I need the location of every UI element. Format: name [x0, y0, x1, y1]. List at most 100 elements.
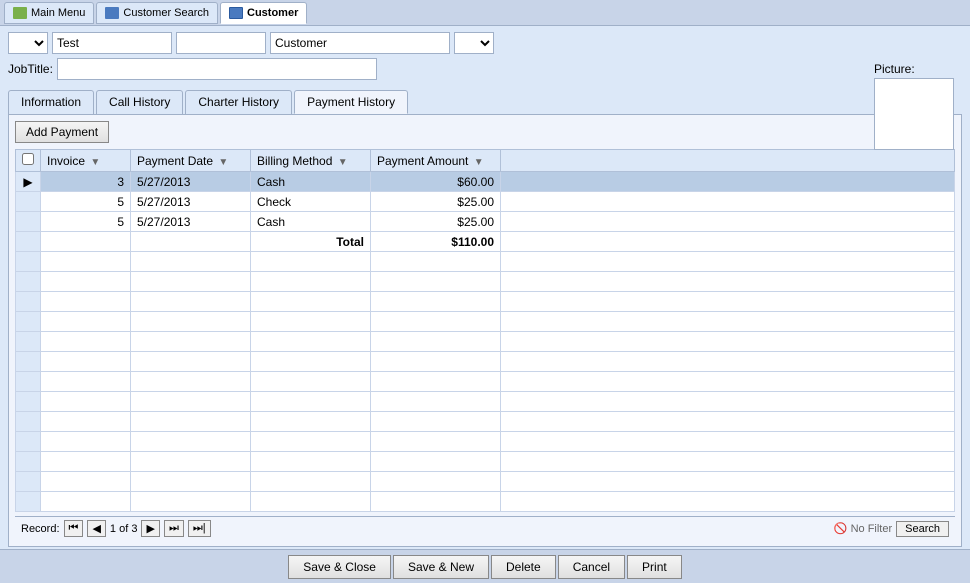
tab-information[interactable]: Information	[8, 90, 94, 114]
payment-amount-cell: $25.00	[371, 192, 501, 212]
tab-bar-customer-label: Customer	[247, 7, 298, 19]
billing-method-cell: Check	[251, 192, 371, 212]
customer-form: JobTitle: Picture:	[8, 32, 962, 84]
main-content: JobTitle: Picture: Information Call Hist…	[0, 26, 970, 549]
payment-date-cell: 5/27/2013	[131, 212, 251, 232]
billing-method-sort-icon: ▼	[338, 157, 348, 168]
jobtitle-label: JobTitle:	[8, 62, 53, 76]
home-icon	[13, 7, 27, 19]
extra-cell	[501, 232, 955, 252]
empty-row	[16, 252, 955, 272]
row-indicator	[16, 212, 41, 232]
header-billing-method[interactable]: Billing Method ▼	[251, 150, 371, 172]
payment-amount-sort-icon: ▼	[474, 157, 484, 168]
first-record-button[interactable]: ⏮	[64, 520, 84, 537]
total-date-cell	[131, 232, 251, 252]
prefix-dropdown[interactable]	[8, 32, 48, 54]
select-all-checkbox[interactable]	[22, 153, 34, 165]
current-record-num: 1	[110, 523, 116, 535]
picture-area: Picture:	[874, 62, 954, 150]
save-close-button[interactable]: Save & Close	[288, 555, 391, 579]
row-indicator	[16, 232, 41, 252]
empty-row	[16, 412, 955, 432]
section-tabs: Information Call History Charter History…	[8, 90, 962, 114]
extra-cell	[501, 172, 955, 192]
picture-label: Picture:	[874, 62, 954, 76]
billing-method-cell: Cash	[251, 172, 371, 192]
payment-date-cell: 5/27/2013	[131, 172, 251, 192]
jobtitle-row: JobTitle:	[8, 58, 962, 80]
middle-name-input[interactable]	[176, 32, 266, 54]
header-payment-amount[interactable]: Payment Amount ▼	[371, 150, 501, 172]
empty-row	[16, 432, 955, 452]
empty-row	[16, 272, 955, 292]
invoice-cell: 3	[41, 172, 131, 192]
payment-amount-cell: $25.00	[371, 212, 501, 232]
table-row[interactable]: 5 5/27/2013 Cash $25.00	[16, 212, 955, 232]
billing-method-cell: Cash	[251, 212, 371, 232]
print-button[interactable]: Print	[627, 555, 682, 579]
total-amount: $110.00	[371, 232, 501, 252]
new-record-button[interactable]: ⏭|	[188, 520, 211, 537]
search-icon	[105, 7, 119, 19]
customer-icon	[229, 7, 243, 19]
total-records: 3	[131, 523, 137, 535]
empty-row	[16, 312, 955, 332]
of-label: of	[119, 523, 128, 535]
table-row[interactable]: ▶ 3 5/27/2013 Cash $60.00	[16, 172, 955, 192]
current-record: 1 of 3	[110, 523, 138, 535]
empty-row	[16, 332, 955, 352]
jobtitle-input[interactable]	[57, 58, 377, 80]
empty-row	[16, 392, 955, 412]
empty-row	[16, 372, 955, 392]
payment-amount-cell: $60.00	[371, 172, 501, 192]
first-name-input[interactable]	[52, 32, 172, 54]
cancel-button[interactable]: Cancel	[558, 555, 625, 579]
empty-row	[16, 292, 955, 312]
total-row: Total $110.00	[16, 232, 955, 252]
payment-table: Invoice ▼ Payment Date ▼ Billing Method …	[15, 149, 955, 512]
last-name-input[interactable]	[270, 32, 450, 54]
invoice-cell: 5	[41, 212, 131, 232]
navigation-bar: Record: ⏮ ◀ 1 of 3 ▶ ⏭ ⏭| 🚫 No Filter Se…	[15, 516, 955, 540]
add-payment-button[interactable]: Add Payment	[15, 121, 109, 143]
table-header-row: Invoice ▼ Payment Date ▼ Billing Method …	[16, 150, 955, 172]
next-record-button[interactable]: ▶	[141, 520, 159, 537]
search-button[interactable]: Search	[896, 521, 949, 537]
suffix-dropdown[interactable]	[454, 32, 494, 54]
tab-call-history[interactable]: Call History	[96, 90, 183, 114]
delete-button[interactable]: Delete	[491, 555, 556, 579]
table-row[interactable]: 5 5/27/2013 Check $25.00	[16, 192, 955, 212]
row-indicator	[16, 192, 41, 212]
record-label: Record:	[21, 523, 60, 535]
picture-box	[874, 78, 954, 150]
name-row	[8, 32, 962, 54]
tab-bar-customer[interactable]: Customer	[220, 2, 307, 24]
empty-row	[16, 492, 955, 512]
payment-history-panel: Add Payment Invoice ▼ Payment Date ▼	[8, 114, 962, 547]
header-invoice[interactable]: Invoice ▼	[41, 150, 131, 172]
total-label: Total	[251, 232, 371, 252]
row-indicator: ▶	[16, 172, 41, 192]
no-filter-label: 🚫 No Filter	[834, 522, 892, 535]
total-label-cell	[41, 232, 131, 252]
header-check	[16, 150, 41, 172]
extra-cell	[501, 212, 955, 232]
empty-row	[16, 452, 955, 472]
tab-charter-history[interactable]: Charter History	[185, 90, 292, 114]
empty-row	[16, 352, 955, 372]
last-record-button[interactable]: ⏭	[164, 520, 184, 537]
payment-date-cell: 5/27/2013	[131, 192, 251, 212]
header-payment-date[interactable]: Payment Date ▼	[131, 150, 251, 172]
save-new-button[interactable]: Save & New	[393, 555, 489, 579]
prev-record-button[interactable]: ◀	[87, 520, 105, 537]
tab-bar-main-menu-label: Main Menu	[31, 7, 85, 19]
tab-payment-history[interactable]: Payment History	[294, 90, 408, 114]
extra-cell	[501, 192, 955, 212]
header-extra	[501, 150, 955, 172]
empty-row	[16, 472, 955, 492]
tab-bar-main-menu[interactable]: Main Menu	[4, 2, 94, 24]
tab-bar-customer-search[interactable]: Customer Search	[96, 2, 218, 24]
payment-date-sort-icon: ▼	[218, 157, 228, 168]
window-tab-bar: Main Menu Customer Search Customer	[0, 0, 970, 26]
